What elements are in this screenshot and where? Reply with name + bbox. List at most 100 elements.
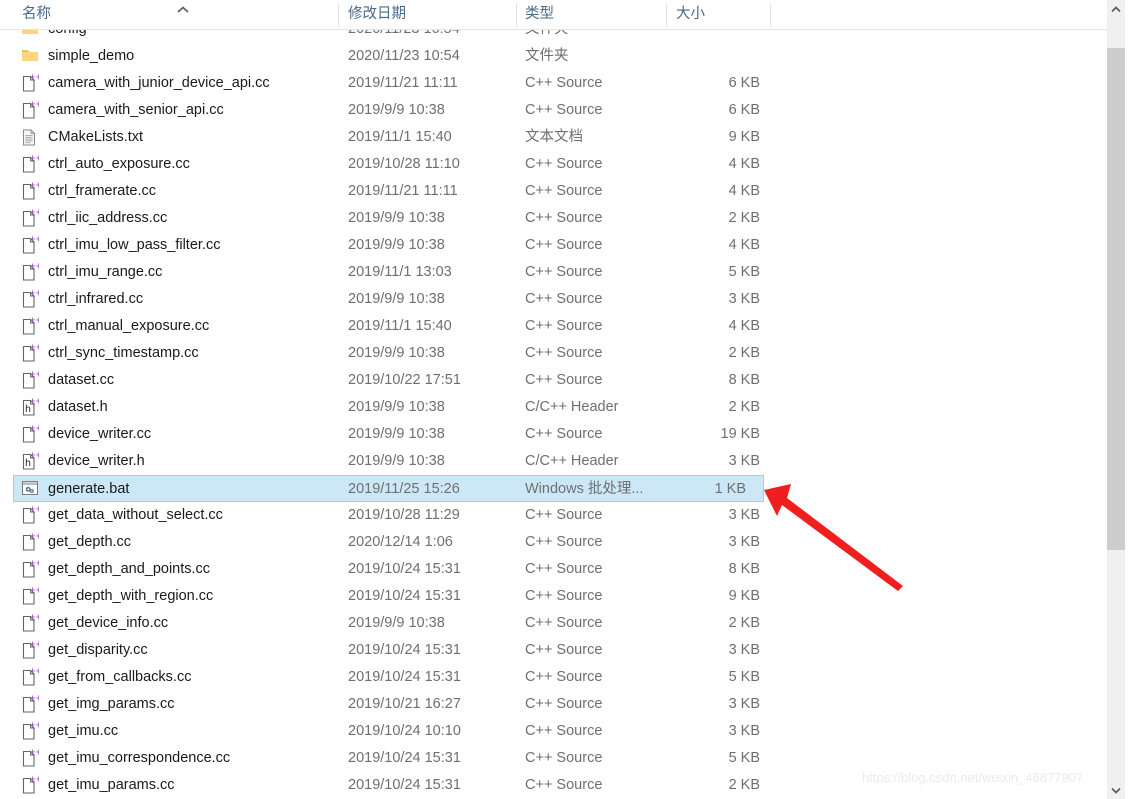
- file-row-selected[interactable]: generate.bat 2019/11/25 15:26 Windows 批处理.…: [13, 475, 764, 502]
- file-row[interactable]: ++ get_img_params.cc 2019/10/21 16:27 C++ S…: [13, 691, 778, 718]
- file-date-cell: 2020/12/14 1:06: [348, 534, 453, 550]
- svg-text:++: ++: [29, 560, 39, 567]
- file-row[interactable]: ++ ctrl_imu_low_pass_filter.cc 2019/9/9 10…: [13, 232, 778, 259]
- file-row[interactable]: ++ device_writer.cc 2019/9/9 10:38 C++ Sour…: [13, 421, 778, 448]
- svg-text:++: ++: [29, 290, 39, 297]
- cpp-source-icon: ++: [21, 718, 43, 745]
- column-divider-type-size[interactable]: [666, 3, 667, 27]
- file-row[interactable]: ++ ctrl_iic_address.cc 2019/9/9 10:38 C++ S…: [13, 205, 778, 232]
- svg-text:++: ++: [29, 695, 39, 702]
- file-row[interactable]: ++ ctrl_sync_timestamp.cc 2019/9/9 10:38 C+…: [13, 340, 778, 367]
- svg-text:++: ++: [29, 452, 39, 459]
- chevron-down-icon: [1111, 787, 1121, 794]
- file-date-cell: 2019/9/9 10:38: [348, 453, 445, 469]
- file-type-cell: C++ Source: [525, 534, 603, 550]
- svg-text:++: ++: [29, 722, 39, 729]
- file-row[interactable]: ++ camera_with_junior_device_api.cc 2019/1…: [13, 70, 778, 97]
- file-row[interactable]: ++ ctrl_auto_exposure.cc 2019/10/28 11:10 C…: [13, 151, 778, 178]
- file-explorer-list-view[interactable]: 名称 修改日期 类型 大小 config 2020/11/23 10:54 文件夹 s…: [0, 0, 1125, 799]
- scrollbar-up-button[interactable]: [1107, 0, 1125, 18]
- cpp-source-icon: ++: [21, 664, 43, 691]
- file-row[interactable]: config 2020/11/23 10:54 文件夹: [13, 29, 778, 43]
- file-row[interactable]: ++ ctrl_framerate.cc 2019/11/21 11:11 C++ S…: [13, 178, 778, 205]
- file-row[interactable]: ++ ctrl_manual_exposure.cc 2019/11/1 15:40…: [13, 313, 778, 340]
- file-row[interactable]: simple_demo 2020/11/23 10:54 文件夹: [13, 43, 778, 70]
- file-row[interactable]: ++ get_disparity.cc 2019/10/24 15:31 C++ So…: [13, 637, 778, 664]
- cpp-source-icon: ++: [21, 286, 43, 313]
- file-size-cell: [653, 43, 760, 70]
- file-row[interactable]: ++ get_depth_with_region.cc 2019/10/24 15:…: [13, 583, 778, 610]
- chevron-up-icon: [1111, 6, 1121, 13]
- file-date-cell: 2019/9/9 10:38: [348, 345, 445, 361]
- scrollbar-down-button[interactable]: [1107, 781, 1125, 799]
- watermark-text: https://blog.csdn.net/weixin_46877907: [862, 770, 1084, 785]
- cpp-header-icon: h ++: [21, 448, 43, 475]
- file-type-cell: 文件夹: [525, 29, 569, 37]
- svg-text:++: ++: [29, 236, 39, 243]
- file-date-cell: 2019/10/22 17:51: [348, 372, 461, 388]
- sort-ascending-chevron-up-icon: [176, 2, 190, 13]
- file-size-cell: 3 KB: [728, 696, 760, 712]
- file-rows-container[interactable]: config 2020/11/23 10:54 文件夹 simple_demo 2020…: [0, 29, 1125, 799]
- file-row[interactable]: ++ ctrl_infrared.cc 2019/9/9 10:38 C++ Sour…: [13, 286, 778, 313]
- column-header-name[interactable]: 名称: [22, 0, 322, 29]
- folder-icon: [21, 29, 43, 43]
- file-name-cell: device_writer.cc: [48, 426, 152, 442]
- file-size-cell: 5 KB: [728, 750, 760, 766]
- svg-text:++: ++: [29, 209, 39, 216]
- file-row[interactable]: ++ get_device_info.cc 2019/9/9 10:38 C++ So…: [13, 610, 778, 637]
- column-divider-size-end[interactable]: [770, 3, 771, 27]
- file-size-cell: 19 KB: [720, 426, 761, 442]
- file-date-cell: 2019/11/1 15:40: [348, 318, 452, 334]
- cpp-source-icon: ++: [21, 178, 43, 205]
- scrollbar-thumb[interactable]: [1107, 48, 1125, 550]
- file-size-cell: 3 KB: [728, 534, 760, 550]
- cpp-source-icon: ++: [21, 421, 43, 448]
- cpp-source-icon: ++: [21, 70, 43, 97]
- column-header-type[interactable]: 类型: [525, 0, 650, 29]
- file-row[interactable]: ++ get_depth.cc 2020/12/14 1:06 C++ Source 3…: [13, 529, 778, 556]
- file-row[interactable]: ++ get_imu_correspondence.cc 2019/10/24 15…: [13, 745, 778, 772]
- file-row[interactable]: ++ get_imu.cc 2019/10/24 10:10 C++ Source 3 …: [13, 718, 778, 745]
- file-row[interactable]: ++ ctrl_imu_range.cc 2019/11/1 13:03 C++ So…: [13, 259, 778, 286]
- cpp-source-icon: ++: [21, 367, 43, 394]
- cpp-header-icon: h ++: [21, 394, 43, 421]
- cpp-source-icon: ++: [21, 691, 43, 718]
- right-gutter: [1125, 0, 1143, 799]
- vertical-scrollbar[interactable]: [1107, 0, 1125, 799]
- file-type-cell: C++ Source: [525, 183, 603, 199]
- file-type-cell: C++ Source: [525, 696, 603, 712]
- file-row[interactable]: ++ get_from_callbacks.cc 2019/10/24 15:31 C…: [13, 664, 778, 691]
- file-name-cell: dataset.h: [48, 399, 108, 415]
- column-header-size[interactable]: 大小: [676, 0, 766, 29]
- column-divider-name-date[interactable]: [338, 3, 339, 27]
- file-type-cell: C++ Source: [525, 615, 603, 631]
- file-row[interactable]: CMakeLists.txt 2019/11/1 15:40 文本文档 9 KB: [13, 124, 778, 151]
- file-name-cell: get_imu.cc: [48, 723, 119, 739]
- file-type-cell: C++ Source: [525, 750, 603, 766]
- file-row[interactable]: h ++ dataset.h 2019/9/9 10:38 C/C++ Header 2 …: [13, 394, 778, 421]
- file-row[interactable]: ++ get_imu_params.cc 2019/10/24 15:31 C++ S…: [13, 772, 778, 799]
- file-row[interactable]: ++ dataset.cc 2019/10/22 17:51 C++ Source 8 …: [13, 367, 778, 394]
- file-name-cell: config: [48, 29, 87, 37]
- file-row[interactable]: h ++ device_writer.h 2019/9/9 10:38 C/C++ He…: [13, 448, 778, 475]
- file-size-cell: 2 KB: [728, 777, 760, 793]
- file-type-cell: C++ Source: [525, 318, 603, 334]
- file-row[interactable]: ++ get_data_without_select.cc 2019/10/28 1…: [13, 502, 778, 529]
- column-header-date-modified[interactable]: 修改日期: [348, 0, 518, 29]
- file-size-cell: 3 KB: [728, 291, 760, 307]
- file-name-cell: get_disparity.cc: [48, 642, 148, 658]
- file-type-cell: C++ Source: [525, 372, 603, 388]
- svg-text:++: ++: [29, 506, 39, 513]
- file-size-cell: 2 KB: [728, 615, 760, 631]
- svg-text:h: h: [25, 404, 31, 415]
- file-row[interactable]: ++ camera_with_senior_api.cc 2019/9/9 10:3…: [13, 97, 778, 124]
- file-type-cell: C++ Source: [525, 588, 603, 604]
- file-size-cell: 2 KB: [728, 210, 760, 226]
- svg-text:h: h: [25, 458, 31, 469]
- file-date-cell: 2019/10/24 10:10: [348, 723, 461, 739]
- cpp-source-icon: ++: [21, 583, 43, 610]
- file-name-cell: get_imu_correspondence.cc: [48, 750, 231, 766]
- file-row[interactable]: ++ get_depth_and_points.cc 2019/10/24 15:3…: [13, 556, 778, 583]
- file-name-cell: get_imu_params.cc: [48, 777, 175, 793]
